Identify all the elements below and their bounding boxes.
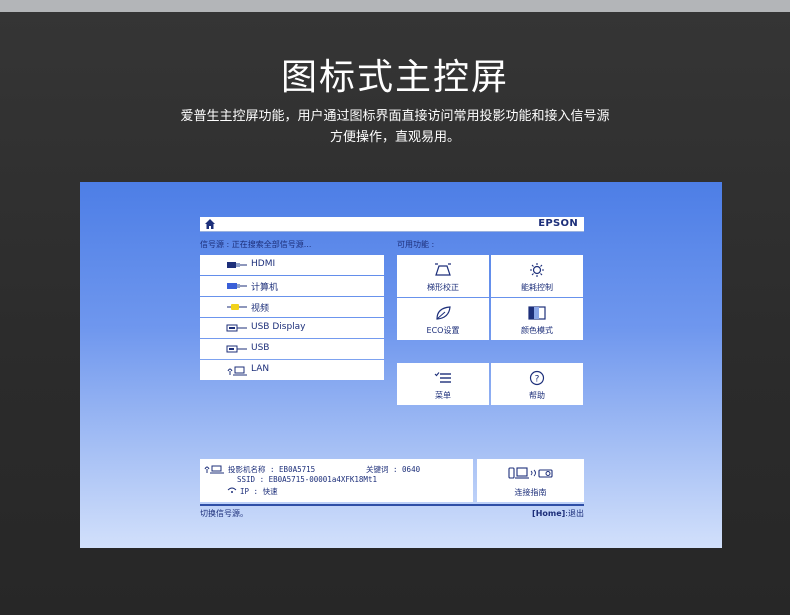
- exit-text: :退出: [565, 509, 584, 518]
- source-label: HDMI: [251, 259, 276, 269]
- footer-hint-left: 切换信号源。: [200, 509, 248, 518]
- keyword-row: 关键词 : 0640: [366, 464, 420, 475]
- source-item-hdmi[interactable]: HDMI: [200, 255, 384, 275]
- home-key-label: [Home]: [532, 509, 566, 518]
- source-label: LAN: [251, 364, 270, 374]
- description-line-2: 方便操作，直观易用。: [329, 130, 460, 145]
- ssid-row: SSID : EB0A5715-00001a4XFK18Mt1: [237, 475, 377, 484]
- page-title: 图标式主控屏: [280, 57, 509, 98]
- function-tile-help[interactable]: ? 帮助: [491, 363, 583, 405]
- keyword-value: 0640: [402, 465, 421, 474]
- source-status-label: 信号源 : 正在搜索全部信号源...: [200, 240, 312, 249]
- function-label: 颜色模式: [521, 326, 553, 335]
- home-icon[interactable]: [204, 218, 216, 230]
- functions-label: 可用功能 :: [397, 240, 435, 249]
- function-label: 能耗控制: [521, 283, 553, 292]
- help-icon: ?: [529, 370, 545, 386]
- menu-list-icon: [434, 372, 451, 383]
- source-list: HDMI 计算机 视频 USB Display USB LAN: [200, 255, 384, 381]
- function-tile-color-mode[interactable]: 颜色模式: [491, 298, 583, 340]
- description-line-1: 爱普生主控屏功能，用户通过图标界面直接访问常用投影功能和接入信号源: [180, 109, 610, 124]
- projector-name-label: 投影机名称 :: [228, 465, 275, 474]
- function-label: 帮助: [529, 391, 545, 400]
- function-label: 梯形校正: [427, 283, 459, 292]
- keyword-label: 关键词 :: [366, 465, 398, 474]
- source-label: 视频: [251, 304, 270, 314]
- projector-home-screen: EPSON 信号源 : 正在搜索全部信号源... 可用功能 : HDMI 计算机: [80, 182, 722, 548]
- projector-name-row: 投影机名称 : EB0A5715: [228, 464, 315, 475]
- home-screen-header: EPSON: [200, 217, 584, 232]
- function-tile-keystone[interactable]: 梯形校正: [397, 255, 489, 297]
- source-item-usb[interactable]: USB: [200, 339, 384, 359]
- source-label: USB: [251, 343, 270, 353]
- top-bar: [0, 0, 790, 12]
- ip-value: 快速: [262, 487, 278, 496]
- footer-divider: [200, 504, 584, 506]
- eco-leaf-icon: [436, 306, 451, 320]
- source-item-video[interactable]: 视频: [200, 297, 384, 317]
- ip-label: IP :: [240, 487, 259, 496]
- epson-logo: EPSON: [538, 218, 578, 229]
- svg-text:?: ?: [535, 375, 540, 385]
- function-label: ECO设置: [426, 326, 460, 335]
- color-mode-icon: [528, 306, 546, 320]
- source-item-lan[interactable]: LAN: [200, 360, 384, 380]
- connection-guide-icon: [508, 467, 553, 479]
- brightness-icon: [530, 263, 544, 277]
- network-info-box: 投影机名称 : EB0A5715 关键词 : 0640 SSID : EB0A5…: [200, 459, 473, 502]
- hdmi-icon: [227, 262, 247, 268]
- usb-icon: [226, 345, 247, 353]
- ip-row: IP : 快速: [240, 486, 278, 497]
- source-item-computer[interactable]: 计算机: [200, 276, 384, 296]
- usb-display-icon: [226, 324, 247, 332]
- connection-guide-button[interactable]: 连接指南: [477, 459, 584, 502]
- function-label: 菜单: [435, 391, 451, 400]
- signal-icon: [227, 487, 237, 493]
- page-description: 爱普生主控屏功能，用户通过图标界面直接访问常用投影功能和接入信号源 方便操作，直…: [0, 106, 790, 148]
- video-rca-icon: [227, 304, 247, 310]
- wireless-lan-icon: [204, 465, 224, 474]
- keystone-icon: [435, 263, 451, 276]
- ssid-label: SSID :: [237, 475, 265, 484]
- source-label: 计算机: [251, 283, 279, 293]
- source-label: USB Display: [251, 322, 306, 332]
- connection-guide-label: 连接指南: [514, 488, 547, 497]
- computer-vga-icon: [227, 283, 247, 289]
- lan-icon: [227, 366, 247, 376]
- footer-hint-right: [Home]:退出: [532, 508, 584, 519]
- projector-name-value: EB0A5715: [279, 465, 316, 474]
- ssid-value: EB0A5715-00001a4XFK18Mt1: [268, 475, 377, 484]
- function-tile-menu[interactable]: 菜单: [397, 363, 489, 405]
- function-tile-eco[interactable]: ECO设置: [397, 298, 489, 340]
- function-tile-power[interactable]: 能耗控制: [491, 255, 583, 297]
- source-item-usb-display[interactable]: USB Display: [200, 318, 384, 338]
